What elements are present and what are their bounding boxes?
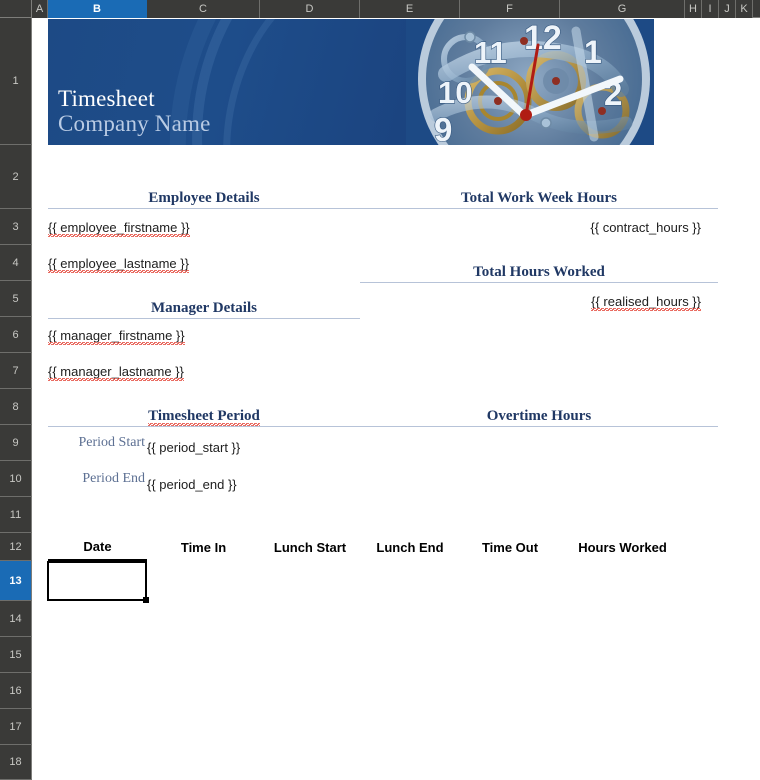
timesheet-period-heading: Timesheet Period <box>48 389 360 427</box>
manager-lastname-value: {{ manager_lastname }} <box>48 363 184 381</box>
row-header-7[interactable]: 7 <box>0 353 32 389</box>
banner-title-group: Timesheet Company Name <box>58 86 211 138</box>
manager-firstname-value: {{ manager_firstname }} <box>48 327 185 345</box>
svg-text:10: 10 <box>438 75 472 110</box>
column-header-j[interactable]: J <box>719 0 736 18</box>
select-all-corner[interactable] <box>0 0 32 18</box>
row-header-15[interactable]: 15 <box>0 637 32 673</box>
period-end-label: Period End <box>82 471 145 486</box>
overtime-hours-heading: Overtime Hours <box>360 389 718 427</box>
period-start-label: Period Start <box>78 435 146 450</box>
table-header-time-out: Time Out <box>481 539 539 555</box>
row-header-1[interactable]: 1 <box>0 18 32 145</box>
column-header-k[interactable]: K <box>736 0 753 18</box>
period-end-cell[interactable]: {{ period_end }} <box>147 466 360 502</box>
employee-firstname-cell[interactable]: {{ employee_firstname }} <box>48 209 360 245</box>
svg-text:1: 1 <box>584 34 602 70</box>
employee-lastname-cell[interactable]: {{ employee_lastname }} <box>48 245 360 281</box>
row-header-11[interactable]: 11 <box>0 497 32 533</box>
manager-details-heading: Manager Details <box>48 281 360 319</box>
period-start-cell[interactable]: {{ period_start }} <box>147 429 360 465</box>
column-header-i[interactable]: I <box>702 0 719 18</box>
column-header-g[interactable]: G <box>560 0 685 18</box>
total-hours-worked-heading: Total Hours Worked <box>360 245 718 283</box>
row-header-13[interactable]: 13 <box>0 561 32 601</box>
realised-hours-value: {{ realised_hours }} <box>591 293 701 311</box>
manager-lastname-cell[interactable]: {{ manager_lastname }} <box>48 353 360 389</box>
fill-handle[interactable] <box>143 597 149 603</box>
table-header-lunch-end: Lunch End <box>376 539 444 555</box>
row-header-2[interactable]: 2 <box>0 145 32 209</box>
spreadsheet: 12 11 10 9 1 2 Timesheet Company Name Em… <box>0 0 760 780</box>
sheet-canvas[interactable]: 12 11 10 9 1 2 Timesheet Company Name Em… <box>33 19 760 780</box>
row-header-9[interactable]: 9 <box>0 425 32 461</box>
column-header-f[interactable]: F <box>460 0 560 18</box>
svg-text:12: 12 <box>524 19 562 57</box>
row-header-4[interactable]: 4 <box>0 245 32 281</box>
table-header-lunch-start: Lunch Start <box>273 539 347 555</box>
column-header-e[interactable]: E <box>360 0 460 18</box>
total-work-week-hours-heading: Total Work Week Hours <box>360 171 718 209</box>
employee-details-heading: Employee Details <box>48 171 360 209</box>
svg-text:9: 9 <box>434 111 452 145</box>
column-header-c[interactable]: C <box>147 0 260 18</box>
row-header-5[interactable]: 5 <box>0 281 32 317</box>
column-header-h[interactable]: H <box>685 0 702 18</box>
manager-firstname-cell[interactable]: {{ manager_firstname }} <box>48 317 360 353</box>
banner-title: Timesheet <box>58 85 155 111</box>
active-cell-b13[interactable] <box>47 561 149 603</box>
row-header-18[interactable]: 18 <box>0 745 32 780</box>
row-header-10[interactable]: 10 <box>0 461 32 497</box>
row-header-12[interactable]: 12 <box>0 533 32 561</box>
timesheet-banner: 12 11 10 9 1 2 Timesheet Company Name <box>48 19 654 145</box>
period-end-value: {{ period_end }} <box>147 476 237 492</box>
row-header-6[interactable]: 6 <box>0 317 32 353</box>
contract-hours-cell[interactable]: {{ contract_hours }} <box>360 209 718 245</box>
row-header-17[interactable]: 17 <box>0 709 32 745</box>
row-header-8[interactable]: 8 <box>0 389 32 425</box>
table-header-time-in: Time In <box>180 539 227 555</box>
contract-hours-value: {{ contract_hours }} <box>590 219 701 235</box>
banner-subtitle: Company Name <box>58 111 211 137</box>
row-header-14[interactable]: 14 <box>0 601 32 637</box>
clock-mechanism-image: 12 11 10 9 1 2 <box>406 19 654 145</box>
realised-hours-cell[interactable]: {{ realised_hours }} <box>360 283 718 319</box>
column-header-b[interactable]: B <box>48 0 147 18</box>
employee-firstname-value: {{ employee_firstname }} <box>48 219 190 237</box>
svg-text:11: 11 <box>474 35 507 70</box>
row-header-3[interactable]: 3 <box>0 209 32 245</box>
table-header-date: Date <box>48 533 147 561</box>
row-header-16[interactable]: 16 <box>0 673 32 709</box>
column-header-a[interactable]: A <box>32 0 48 18</box>
table-header-hours-worked: Hours Worked <box>578 539 667 555</box>
column-header-d[interactable]: D <box>260 0 360 18</box>
employee-lastname-value: {{ employee_lastname }} <box>48 255 189 273</box>
period-start-value: {{ period_start }} <box>147 439 241 455</box>
